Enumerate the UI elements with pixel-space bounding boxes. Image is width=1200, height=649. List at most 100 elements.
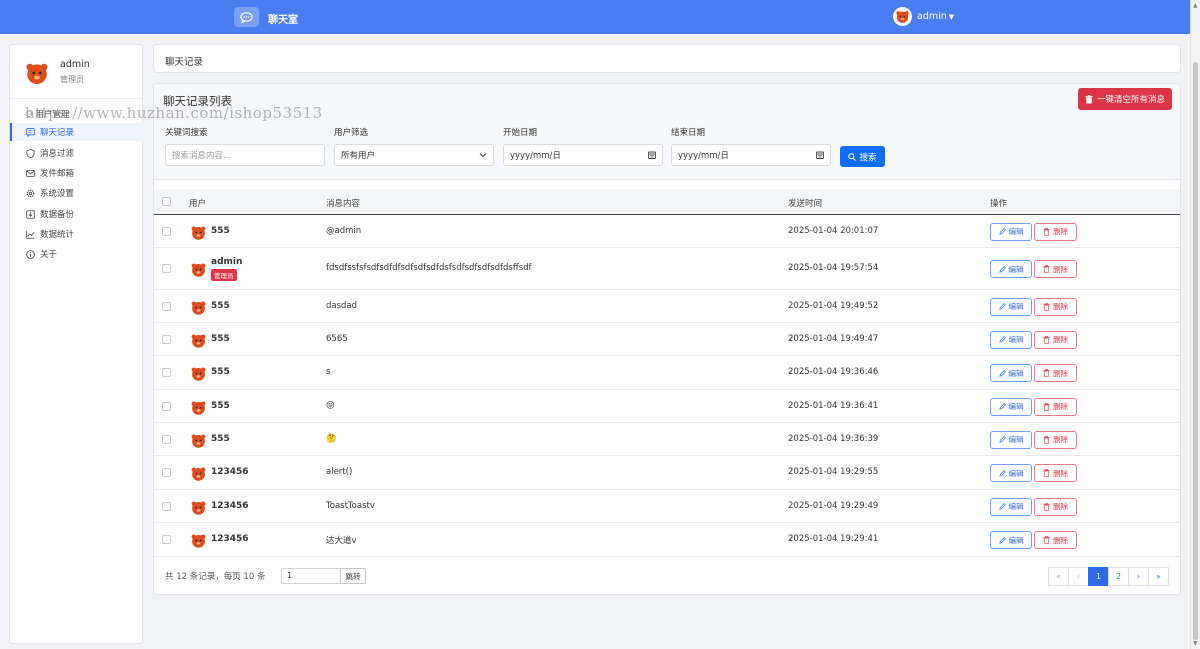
column-time: 发送时间: [788, 199, 823, 209]
profile-name: admin: [60, 59, 90, 70]
row-checkbox[interactable]: [162, 334, 171, 344]
delete-button[interactable]: 删除: [1034, 260, 1077, 278]
edit-button[interactable]: 编辑: [990, 222, 1032, 241]
clear-all-messages-button[interactable]: 一键清空所有消息: [1077, 88, 1172, 110]
user-name: admin: [211, 257, 243, 267]
row-checkbox[interactable]: [162, 301, 171, 311]
row-checkbox[interactable]: [162, 368, 171, 377]
page-jump-button[interactable]: 跳转: [340, 568, 366, 584]
start-date-placeholder: yyyy/mm/日: [510, 151, 561, 161]
page-2-button[interactable]: 2: [1108, 567, 1129, 586]
pencil-icon: [998, 303, 1006, 310]
delete-button[interactable]: 删除: [1034, 364, 1077, 382]
watermark: https://www.huzhan.com/ishop53513: [25, 104, 323, 122]
table-row: 123456 ToastToastv 2025-01-04 19:29:49 编…: [154, 490, 1180, 523]
delete-button[interactable]: 删除: [1034, 330, 1077, 349]
user-name: 555: [211, 300, 230, 311]
row-checkbox[interactable]: [162, 226, 171, 236]
user-name: 555: [211, 225, 230, 236]
edit-label: 编辑: [1008, 335, 1024, 344]
edit-button[interactable]: 编辑: [990, 260, 1032, 278]
chat-logo-button[interactable]: [234, 7, 259, 27]
delete-button[interactable]: 删除: [1034, 430, 1077, 449]
first-page-icon[interactable]: «: [1048, 567, 1069, 586]
send-time: 2025-01-04 19:36:39: [788, 433, 879, 444]
sidebar-item-system-settings[interactable]: 系统设置: [10, 184, 143, 202]
start-date-filter: 开始日期 yyyy/mm/日: [503, 126, 663, 166]
breadcrumb: 聊天记录: [153, 44, 1181, 73]
delete-label: 删除: [1053, 264, 1068, 274]
last-page-icon[interactable]: »: [1148, 567, 1169, 586]
message-content: s: [326, 367, 331, 377]
user-filter-select[interactable]: 所有用户: [334, 144, 494, 166]
end-date-input[interactable]: yyyy/mm/日: [671, 144, 831, 166]
scrollbar-thumb[interactable]: [1193, 62, 1198, 640]
delete-label: 删除: [1053, 435, 1068, 444]
delete-label: 删除: [1053, 227, 1068, 236]
page-jump-input[interactable]: 1: [281, 568, 341, 584]
sidebar-item-data-statistics[interactable]: 数据统计: [10, 225, 143, 243]
prev-page-icon[interactable]: ‹: [1068, 567, 1089, 586]
scroll-up-icon[interactable]: ▲: [1193, 2, 1198, 9]
sidebar-item-about[interactable]: 关于: [10, 245, 143, 263]
end-date-label: 结束日期: [671, 128, 706, 138]
table-row: 555 6565 2025-01-04 19:49:47 编辑 删除: [154, 323, 1180, 356]
edit-button[interactable]: 编辑: [990, 430, 1032, 449]
calendar-icon[interactable]: [816, 151, 824, 159]
mail-icon: [26, 169, 35, 177]
avatar: [191, 534, 206, 548]
sidebar-item-sender-mailbox[interactable]: 发件邮箱: [10, 164, 143, 182]
info-icon: [26, 249, 35, 259]
calendar-icon[interactable]: [648, 151, 656, 159]
keyword-search-input[interactable]: 搜索消息内容...: [165, 144, 325, 166]
edit-button[interactable]: 编辑: [990, 531, 1032, 549]
user-name: 555: [211, 333, 230, 344]
page-1-button[interactable]: 1: [1088, 567, 1109, 586]
search-button-label: 搜索: [859, 152, 877, 163]
avatar: [191, 300, 206, 315]
sidebar-item-message-filter[interactable]: 消息过滤: [10, 144, 143, 162]
start-date-input[interactable]: yyyy/mm/日: [503, 144, 663, 166]
edit-button[interactable]: 编辑: [990, 297, 1032, 316]
avatar: [191, 500, 206, 515]
sidebar-item-chat-records[interactable]: 聊天记录: [10, 123, 143, 141]
next-page-icon[interactable]: ›: [1128, 567, 1149, 586]
scroll-down-icon[interactable]: ▼: [1193, 640, 1198, 647]
keyword-placeholder: 搜索消息内容...: [172, 151, 232, 161]
edit-button[interactable]: 编辑: [990, 397, 1032, 416]
edit-button[interactable]: 编辑: [990, 497, 1032, 516]
user-menu[interactable]: admin ▼: [893, 7, 954, 26]
row-checkbox[interactable]: [162, 434, 171, 444]
sidebar-item-label: 消息过滤: [40, 149, 75, 159]
row-checkbox[interactable]: [162, 501, 171, 511]
select-all-checkbox[interactable]: [162, 197, 171, 206]
message-content: alert(): [326, 467, 353, 477]
sidebar-item-data-backup[interactable]: 数据备份: [10, 205, 143, 223]
edit-button[interactable]: 编辑: [990, 464, 1032, 482]
edit-button[interactable]: 编辑: [990, 364, 1032, 382]
delete-label: 删除: [1053, 535, 1068, 545]
delete-label: 删除: [1053, 468, 1068, 478]
delete-button[interactable]: 删除: [1034, 297, 1077, 316]
table-row: admin 管理员 fdsdfssfsfsdfsdfdfsdfsdfsdfdsf…: [154, 248, 1180, 290]
edit-label: 编辑: [1008, 535, 1024, 545]
delete-button[interactable]: 删除: [1034, 464, 1077, 482]
row-checkbox[interactable]: [162, 535, 171, 544]
send-time: 2025-01-04 19:49:47: [788, 333, 879, 344]
row-checkbox[interactable]: [162, 468, 171, 477]
avatar: [191, 333, 206, 348]
row-checkbox[interactable]: [162, 264, 171, 273]
search-button[interactable]: 搜索: [840, 146, 885, 167]
sidebar-item-label: 数据备份: [40, 210, 75, 220]
delete-button[interactable]: 删除: [1034, 397, 1077, 416]
page-scrollbar[interactable]: ▲ ▼: [1190, 0, 1200, 649]
avatar: [191, 263, 206, 277]
table-header: 用户 消息内容 发送时间 操作: [154, 189, 1180, 215]
delete-button[interactable]: 删除: [1034, 222, 1077, 241]
edit-button[interactable]: 编辑: [990, 330, 1032, 349]
delete-button[interactable]: 删除: [1034, 531, 1077, 549]
row-checkbox[interactable]: [162, 401, 171, 411]
delete-label: 删除: [1053, 502, 1068, 511]
edit-label: 编辑: [1008, 227, 1024, 236]
delete-button[interactable]: 删除: [1034, 497, 1077, 516]
